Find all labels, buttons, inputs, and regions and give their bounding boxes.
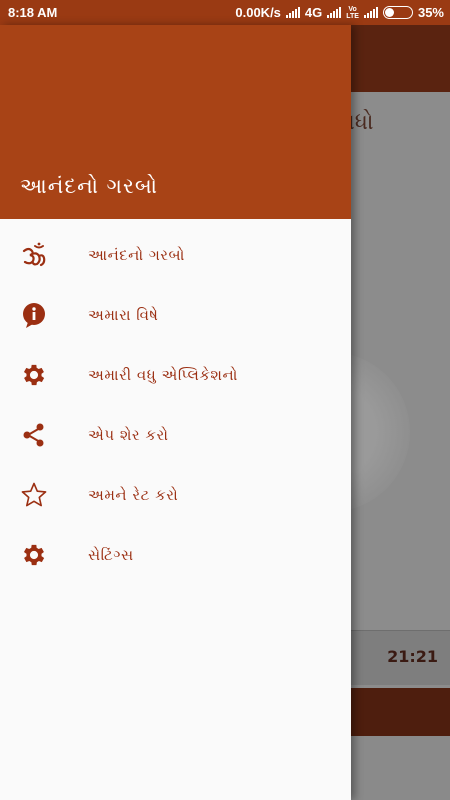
menu-label: અમારા વિષે	[88, 306, 159, 324]
info-icon	[20, 301, 48, 329]
menu-label: અમને રેટ કરો	[88, 486, 179, 504]
drawer-title: આનંદનો ગરબો	[20, 174, 158, 198]
signal-icon-2	[327, 7, 342, 18]
om-icon	[20, 241, 48, 269]
menu-item-more-apps[interactable]: અમારી વધુ એપ્લિકેશનો	[0, 345, 351, 405]
battery-percent: 35%	[417, 5, 444, 20]
gear-icon	[20, 361, 48, 389]
navigation-drawer: આનંદનો ગરબો આનંદનો ગરબો અમારા વિષે અમારી…	[0, 25, 351, 800]
status-time: 8:18 AM	[8, 5, 58, 20]
menu-item-share[interactable]: એપ શેર કરો	[0, 405, 351, 465]
battery-icon	[382, 6, 413, 19]
star-icon	[20, 481, 48, 509]
menu-label: સેટિંગ્સ	[88, 546, 134, 564]
network-speed: 0.00K/s	[235, 5, 281, 20]
menu-item-about[interactable]: અમારા વિષે	[0, 285, 351, 345]
signal-icon-3	[363, 7, 378, 18]
share-icon	[20, 421, 48, 449]
gear-icon	[20, 541, 48, 569]
signal-icon	[285, 7, 300, 18]
menu-item-settings[interactable]: સેટિંગ્સ	[0, 525, 351, 585]
drawer-header: આનંદનો ગરબો	[0, 25, 351, 219]
battery-fill	[384, 8, 394, 17]
menu-label: અમારી વધુ એપ્લિકેશનો	[88, 366, 238, 384]
menu-label: એપ શેર કરો	[88, 426, 169, 444]
track-duration: 21:21	[387, 647, 438, 666]
status-indicators: 0.00K/s 4G Vo LTE 35%	[235, 5, 444, 20]
volte-icon: Vo LTE	[346, 5, 359, 20]
menu-item-home[interactable]: આનંદનો ગરબો	[0, 225, 351, 285]
status-bar: 8:18 AM 0.00K/s 4G Vo LTE 35%	[0, 0, 450, 25]
network-type: 4G	[304, 5, 323, 20]
menu-item-rate[interactable]: અમને રેટ કરો	[0, 465, 351, 525]
drawer-menu: આનંદનો ગરબો અમારા વિષે અમારી વધુ એપ્લિકે…	[0, 219, 351, 585]
menu-label: આનંદનો ગરબો	[88, 246, 185, 264]
